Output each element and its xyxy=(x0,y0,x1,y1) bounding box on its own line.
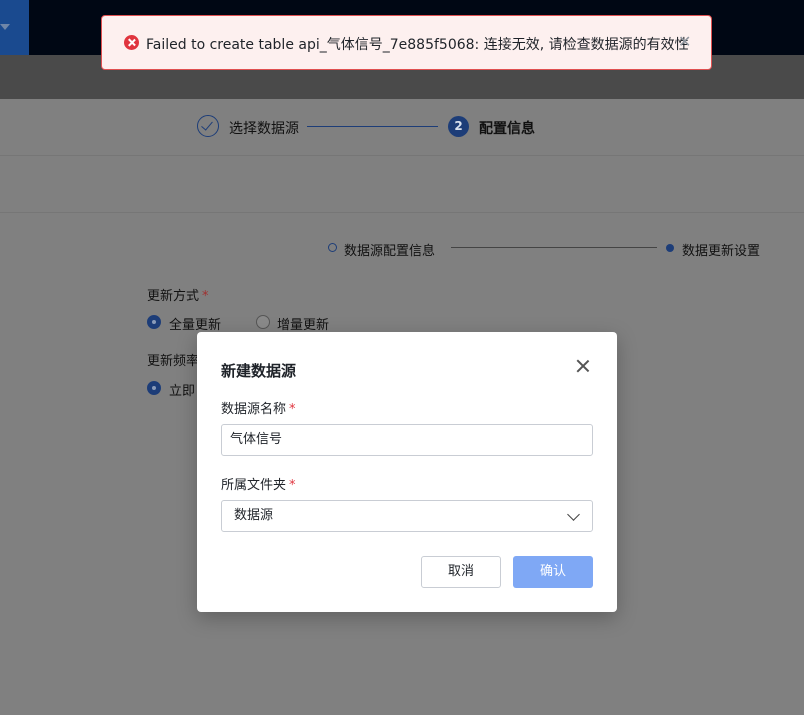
step-2-number: 2 xyxy=(448,116,469,137)
substep-dot-icon xyxy=(328,243,337,252)
substep-2-label[interactable]: 数据更新设置 xyxy=(682,240,760,259)
divider xyxy=(0,212,804,213)
substep-active-dot-icon xyxy=(666,244,674,252)
cancel-button[interactable]: 取消 xyxy=(421,556,501,588)
close-icon[interactable] xyxy=(573,356,593,376)
radio-full-update[interactable] xyxy=(147,315,161,329)
radio-incremental-update[interactable] xyxy=(256,315,270,329)
update-frequency-label: 更新频率 xyxy=(147,354,197,369)
radio-full-update-label[interactable]: 全量更新 xyxy=(169,314,221,333)
step-connector xyxy=(307,126,438,127)
error-toast: Failed to create table api_气体信号_7e885f50… xyxy=(101,15,712,70)
divider xyxy=(0,155,804,156)
chevron-down-icon xyxy=(567,508,580,521)
error-circle-icon xyxy=(124,35,139,50)
datasource-name-input[interactable]: 气体信号 xyxy=(221,424,593,456)
datasource-name-label: 数据源名称 * xyxy=(221,402,296,417)
confirm-button[interactable]: 确认 xyxy=(513,556,593,588)
radio-immediate-label[interactable]: 立即 xyxy=(169,380,195,399)
substep-connector xyxy=(451,247,657,248)
step-2-label: 配置信息 xyxy=(479,121,535,137)
radio-incremental-update-label[interactable]: 增量更新 xyxy=(277,314,329,333)
caret-down-icon xyxy=(0,24,10,30)
new-datasource-dialog: 新建数据源 数据源名称 * 气体信号 所属文件夹 * 数据源 取消 确认 xyxy=(197,332,617,612)
step-complete-check-icon xyxy=(197,115,219,137)
update-mode-label: 更新方式 * xyxy=(147,289,209,304)
folder-label: 所属文件夹 * xyxy=(221,478,296,493)
error-toast-message: Failed to create table api_气体信号_7e885f50… xyxy=(146,37,689,53)
dialog-title: 新建数据源 xyxy=(221,362,297,380)
toast-close-icon[interactable]: ✕ xyxy=(678,32,691,51)
folder-select-value: 数据源 xyxy=(234,508,274,523)
step-1-label: 选择数据源 xyxy=(229,121,299,137)
radio-immediate[interactable] xyxy=(147,381,161,395)
folder-select[interactable]: 数据源 xyxy=(221,500,593,532)
substep-1-label[interactable]: 数据源配置信息 xyxy=(344,240,435,259)
